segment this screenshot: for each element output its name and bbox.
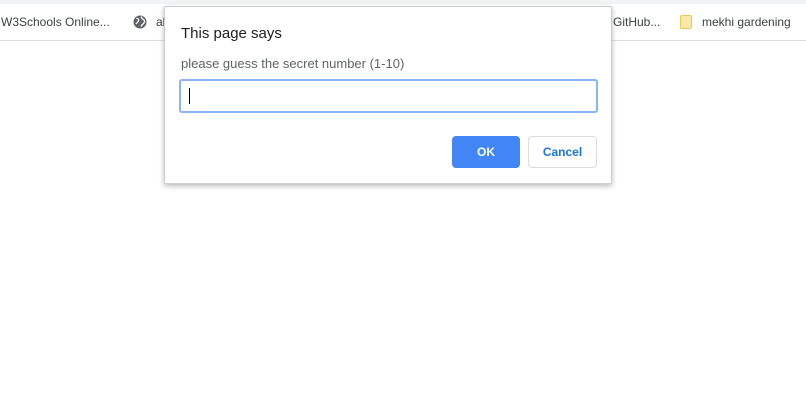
prompt-input[interactable] <box>180 80 597 112</box>
bookmark-mekhi-gardening[interactable]: mekhi gardening <box>678 4 791 40</box>
bookmark-label: W3Schools Online... <box>1 15 110 29</box>
bookmark-github[interactable]: GitHub... <box>613 4 660 40</box>
bookmark-label: mekhi gardening <box>702 15 791 29</box>
bookmark-w3schools[interactable]: W3Schools Online... <box>1 4 110 40</box>
dialog-message: please guess the secret number (1-10) <box>181 56 405 71</box>
bookmark-label: GitHub... <box>613 15 661 29</box>
globe-icon <box>132 14 148 30</box>
text-caret <box>189 88 190 104</box>
ok-button[interactable]: OK <box>452 136 520 168</box>
prompt-dialog: This page says please guess the secret n… <box>164 6 612 184</box>
cancel-button[interactable]: Cancel <box>528 136 597 168</box>
folder-icon <box>678 14 694 30</box>
dialog-title: This page says <box>181 25 282 42</box>
